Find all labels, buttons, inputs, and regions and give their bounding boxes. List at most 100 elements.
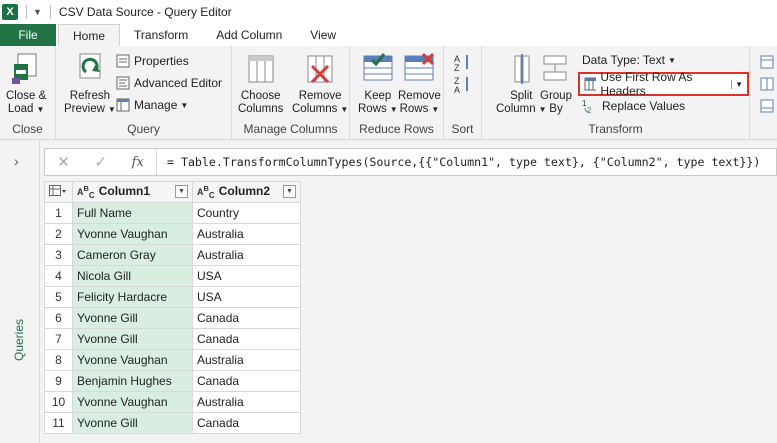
group-label-close: Close	[12, 122, 43, 136]
use-first-row-label: Use First Row As Headers	[600, 70, 693, 98]
formula-bar: ✕ ✓ fx = Table.TransformColumnTypes(Sour…	[44, 148, 777, 176]
column-header-2[interactable]: ABC Column2 ▼	[192, 181, 301, 203]
row-number: 10	[44, 391, 73, 413]
remove-columns-icon	[307, 55, 333, 84]
table-row: 11 Yvonne Gill Canada	[44, 412, 301, 434]
cell-column1[interactable]: Yvonne Vaughan	[72, 349, 193, 371]
advanced-editor-button[interactable]: Advanced Editor	[116, 73, 222, 93]
column-filter-dropdown-icon[interactable]: ▼	[175, 185, 188, 199]
cell-column2[interactable]: Australia	[192, 349, 301, 371]
group-label-sort: Sort	[451, 122, 474, 136]
cell-column1[interactable]: Felicity Hardacre	[72, 286, 193, 308]
ribbon-tabs: File Home Transform Add Column View	[0, 24, 777, 46]
choose-columns-button[interactable]: Choose Columns	[238, 52, 283, 116]
data-type-dropdown[interactable]: Data Type: Text ▼	[582, 50, 676, 70]
svg-text:2: 2	[587, 106, 592, 114]
accept-formula-icon[interactable]: ✓	[94, 153, 107, 171]
sort-descending-button[interactable]: ZA	[454, 74, 476, 94]
table-options-button[interactable]	[44, 181, 73, 203]
table-icon	[49, 184, 66, 196]
table-row: 7 Yvonne Gill Canada	[44, 328, 301, 350]
group-label-manage-columns: Manage Columns	[243, 122, 338, 136]
group-by-icon	[543, 55, 567, 81]
append-queries-icon[interactable]	[760, 52, 777, 72]
advanced-editor-icon	[116, 76, 130, 90]
cell-column2[interactable]: Australia	[192, 391, 301, 413]
text-type-icon[interactable]: ABC	[77, 184, 95, 200]
column-header-1[interactable]: ABC Column1 ▼	[72, 181, 193, 203]
tab-view[interactable]: View	[296, 24, 350, 46]
row-number: 9	[44, 370, 73, 392]
remove-columns-label-2: Columns ▼	[292, 103, 349, 115]
cell-column2[interactable]: USA	[192, 286, 301, 308]
row-number: 2	[44, 223, 73, 245]
replace-values-button[interactable]: 12 Replace Values	[582, 96, 685, 116]
cell-column2[interactable]: Canada	[192, 412, 301, 434]
cell-column1[interactable]: Cameron Gray	[72, 244, 193, 266]
cell-column2[interactable]: Canada	[192, 370, 301, 392]
queries-pane: › Queries	[0, 141, 40, 443]
remove-rows-label-2: Rows ▼	[399, 103, 440, 115]
remove-rows-label-1: Remove	[398, 90, 441, 102]
refresh-label-2: Preview ▼	[64, 103, 116, 115]
keep-rows-label-1: Keep	[364, 90, 392, 102]
sort-ascending-button[interactable]: AZ	[454, 52, 476, 72]
refresh-icon	[79, 53, 101, 79]
close-load-button[interactable]: Close & Load ▼	[6, 52, 46, 116]
cell-column1[interactable]: Benjamin Hughes	[72, 370, 193, 392]
cell-column1[interactable]: Nicola Gill	[72, 265, 193, 287]
refresh-label-1: Refresh	[69, 90, 111, 102]
cell-column1[interactable]: Yvonne Vaughan	[72, 223, 193, 245]
cell-column1[interactable]: Yvonne Gill	[72, 307, 193, 329]
keep-rows-label-2: Rows ▼	[358, 103, 398, 115]
cell-column2[interactable]: Australia	[192, 244, 301, 266]
manage-icon	[116, 98, 130, 112]
combine-files-icon[interactable]	[760, 96, 777, 116]
group-by-button[interactable]: Group By	[540, 52, 572, 116]
close-load-label-1: Close &	[6, 90, 47, 102]
replace-values-label: Replace Values	[602, 99, 686, 113]
advanced-editor-label: Advanced Editor	[134, 76, 223, 90]
cell-column1[interactable]: Full Name	[72, 202, 193, 224]
data-grid: ABC Column1 ▼ ABC Column2 ▼ 1 Full Name Countr…	[44, 181, 301, 434]
tab-home[interactable]: Home	[58, 24, 121, 46]
cancel-formula-icon[interactable]: ✕	[57, 153, 70, 171]
cell-column2[interactable]: Canada	[192, 307, 301, 329]
expand-queries-icon[interactable]: ›	[14, 153, 19, 169]
formula-input[interactable]: = Table.TransformColumnTypes(Source,{{"C…	[157, 155, 760, 169]
table-headers-icon	[584, 77, 597, 91]
cell-column2[interactable]: Australia	[192, 223, 301, 245]
use-first-row-as-headers-button[interactable]: Use First Row As Headers ▼	[578, 70, 749, 98]
text-type-icon[interactable]: ABC	[197, 184, 215, 200]
table-row: 2 Yvonne Vaughan Australia	[44, 223, 301, 245]
keep-rows-button[interactable]: Keep Rows ▼	[358, 52, 398, 116]
group-transform: Split Column ▼ Group By Data Type: Text ▼ …	[482, 46, 750, 140]
manage-button[interactable]: Manage ▼	[116, 95, 188, 115]
cell-column1[interactable]: Yvonne Gill	[72, 328, 193, 350]
remove-columns-button[interactable]: Remove Columns ▼	[292, 52, 348, 116]
cell-column1[interactable]: Yvonne Gill	[72, 412, 193, 434]
queries-pane-label[interactable]: Queries	[12, 319, 26, 361]
cell-column1[interactable]: Yvonne Vaughan	[72, 391, 193, 413]
use-first-row-dropdown-icon[interactable]: ▼	[731, 79, 743, 89]
remove-rows-button[interactable]: Remove Rows ▼	[398, 52, 441, 116]
merge-queries-icon[interactable]	[760, 74, 777, 94]
table-row: 4 Nicola Gill USA	[44, 265, 301, 287]
table-row: 9 Benjamin Hughes Canada	[44, 370, 301, 392]
table-row: 6 Yvonne Gill Canada	[44, 307, 301, 329]
fx-icon[interactable]: fx	[132, 155, 144, 170]
properties-button[interactable]: Properties	[116, 51, 189, 71]
tab-transform[interactable]: Transform	[120, 24, 202, 46]
column-filter-dropdown-icon[interactable]: ▼	[283, 185, 296, 199]
tab-add-column[interactable]: Add Column	[202, 24, 296, 46]
preview-table: ABC Column1 ▼ ABC Column2 ▼ 1 Full Name Countr…	[44, 181, 301, 434]
split-column-button[interactable]: Split Column ▼	[496, 52, 547, 116]
cell-column2[interactable]: Canada	[192, 328, 301, 350]
cell-column2[interactable]: USA	[192, 265, 301, 287]
table-row: 8 Yvonne Vaughan Australia	[44, 349, 301, 371]
cell-column2[interactable]: Country	[192, 202, 301, 224]
split-column-label-2: Column ▼	[496, 103, 547, 115]
tab-file[interactable]: File	[0, 24, 56, 46]
refresh-preview-button[interactable]: Refresh Preview ▼	[64, 52, 116, 116]
quick-access-dropdown-icon[interactable]: ▼	[33, 7, 42, 17]
